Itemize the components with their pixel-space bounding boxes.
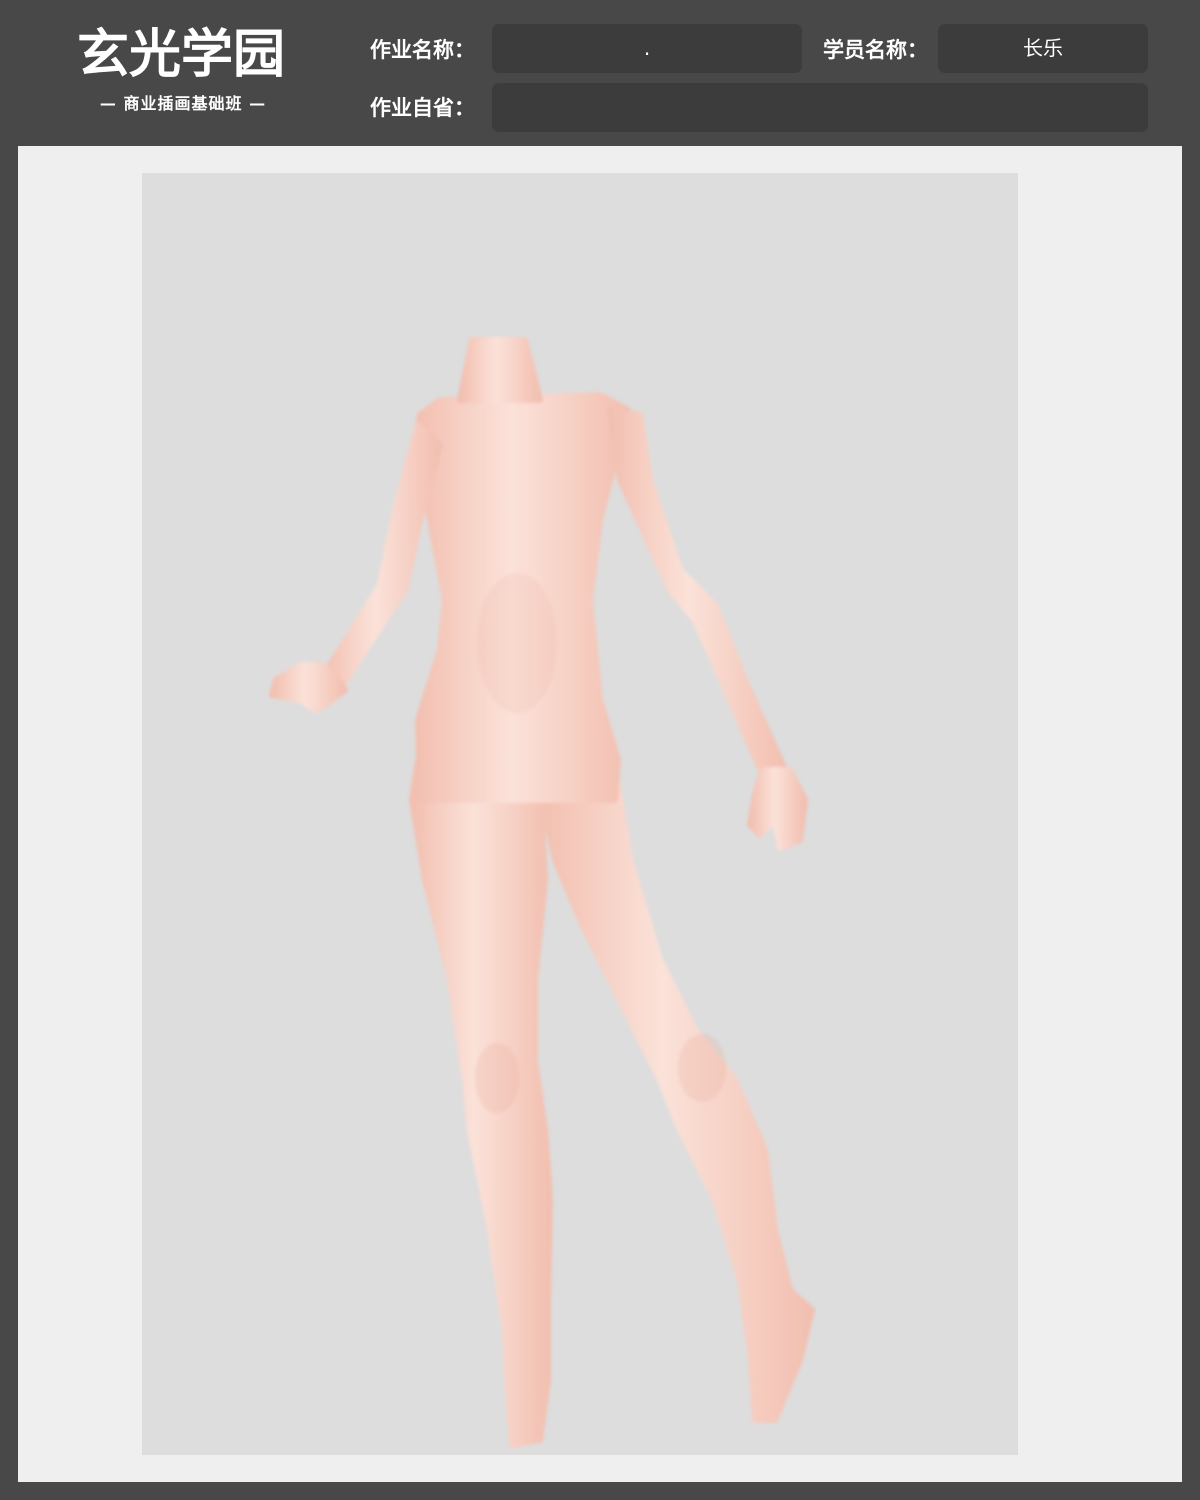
student-name-field[interactable]: 长乐 bbox=[938, 24, 1148, 73]
figure-left-arm bbox=[319, 422, 443, 695]
figure-painting bbox=[269, 337, 815, 1448]
figure-right-knee-shade bbox=[678, 1034, 726, 1102]
figure-right-leg bbox=[537, 767, 815, 1423]
artwork-canvas bbox=[142, 173, 1018, 1455]
logo-subtitle: — 商业插画基础班 — bbox=[99, 94, 267, 113]
figure-left-hand bbox=[269, 662, 348, 713]
figure-right-arm bbox=[607, 407, 788, 783]
self-review-label: 作业自省： bbox=[370, 96, 475, 120]
assignment-name-field[interactable]: . bbox=[492, 24, 802, 73]
student-name-label: 学员名称： bbox=[823, 38, 928, 62]
artwork-frame bbox=[18, 146, 1182, 1482]
figure-neck bbox=[457, 337, 543, 403]
assignment-name-label: 作业名称： bbox=[370, 38, 475, 62]
figure-right-hand bbox=[747, 767, 808, 851]
figure-left-knee-shade bbox=[475, 1043, 519, 1113]
figure-left-leg bbox=[409, 757, 553, 1448]
self-review-field[interactable] bbox=[492, 83, 1148, 132]
figure-waist-shade bbox=[477, 573, 557, 713]
logo-title: 玄光学园 bbox=[77, 24, 286, 85]
